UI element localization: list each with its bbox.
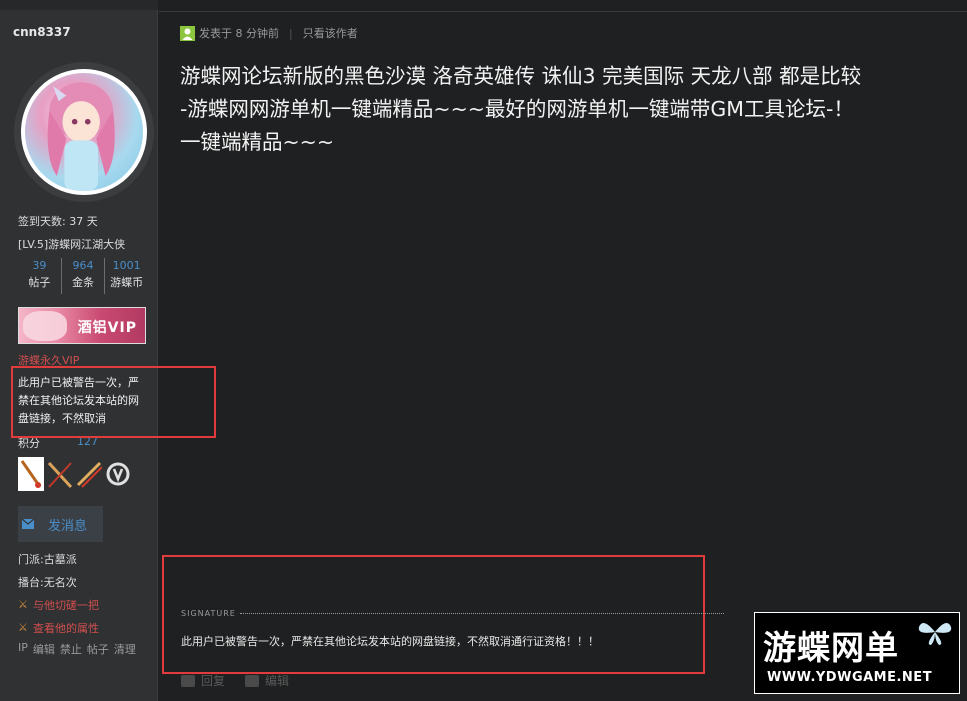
double-sword-medal-icon[interactable] [47, 457, 73, 491]
stat-gold-value[interactable]: 964 [62, 258, 105, 274]
author-profile-panel: cnn8337 签到天数: 37 天 [LV.5]游蝶网江湖大侠 39 帖子 9… [0, 0, 158, 701]
only-author-link[interactable]: 只看该作者 [303, 25, 358, 41]
overwatch-medal-icon[interactable] [105, 457, 131, 491]
watermark-cn: 游蝶网单 [763, 628, 899, 667]
stat-posts-label: 帖子 [28, 276, 51, 289]
stat-posts[interactable]: 39 帖子 [18, 258, 61, 294]
post-time: 发表于 8 分钟前 [199, 27, 279, 40]
signature-header: SIGNATURE [181, 609, 724, 618]
avatar-illustration [47, 82, 115, 191]
send-message-label: 发消息 [48, 518, 88, 534]
send-message-button[interactable]: 发消息 [18, 506, 103, 542]
view-attributes-link[interactable]: ⚔ 查看他的属性 [18, 620, 99, 636]
mail-icon [22, 519, 34, 529]
admin-link-posts[interactable]: 帖子 [87, 641, 109, 657]
stat-coins-value[interactable]: 1001 [105, 258, 148, 274]
meta-separator: | [289, 26, 293, 40]
checkin-days: 签到天数: 37 天 [18, 215, 98, 228]
edit-label: 编辑 [265, 674, 290, 688]
vip-badge-portrait [23, 311, 67, 341]
reply-button[interactable]: 回复 [181, 672, 225, 689]
post-top-divider [159, 11, 967, 12]
admin-link-ban[interactable]: 禁止 [60, 641, 82, 657]
medal-list [18, 457, 131, 491]
stat-gold[interactable]: 964 金条 [60, 258, 105, 294]
user-online-icon [180, 25, 195, 41]
stat-coins-label: 游蝶币 [110, 276, 144, 289]
challenge-link-label: 与他切磋一把 [33, 599, 99, 612]
reply-label: 回复 [201, 674, 226, 688]
post-actions: 回复 编辑 [181, 672, 289, 689]
admin-link-clean[interactable]: 清理 [114, 641, 136, 657]
signature-divider [239, 613, 724, 614]
challenge-link[interactable]: ⚔ 与他切磋一把 [18, 597, 99, 613]
crossed-swords-icon: ⚔ [18, 621, 28, 634]
signature-text: 此用户已被警告一次，严禁在其他论坛发本站的网盘链接，不然取消通行证资格！！！ [181, 635, 599, 648]
vip-badge: 酒铝VIP [18, 307, 146, 344]
post-title: 游蝶网论坛新版的黑色沙漠 洛奇英雄传 诛仙3 完美国际 天龙八部 都是比较 -游… [180, 64, 862, 154]
site-watermark: 游蝶网单 WWW.YDWGAME.NET [754, 612, 960, 694]
edit-icon [245, 674, 260, 687]
reply-icon [181, 674, 195, 687]
stat-posts-value[interactable]: 39 [18, 258, 61, 274]
admin-link-ip[interactable]: IP [18, 641, 28, 657]
crossed-swords-icon: ⚔ [18, 598, 28, 611]
author-username[interactable]: cnn8337 [13, 25, 71, 39]
stat-coins[interactable]: 1001 游蝶币 [104, 258, 148, 294]
stat-gold-label: 金条 [72, 276, 94, 289]
user-sect: 门派:古墓派 [18, 553, 77, 566]
post-meta: 发表于 8 分钟前 | 只看该作者 [180, 25, 358, 41]
vip-badge-text: 酒铝VIP [77, 320, 137, 336]
edit-button[interactable]: 编辑 [245, 672, 289, 689]
profile-topbar [0, 0, 158, 10]
butterfly-icon [918, 623, 952, 645]
user-level: [LV.5]游蝶网江湖大侠 [18, 238, 126, 251]
admin-link-edit[interactable]: 编辑 [33, 641, 55, 657]
avatar[interactable] [21, 69, 147, 195]
view-attributes-label: 查看他的属性 [33, 622, 99, 635]
user-stats: 39 帖子 964 金条 1001 游蝶币 [18, 258, 148, 294]
admin-links: IP 编辑 禁止 帖子 清理 [18, 641, 136, 657]
user-arena: 播台:无名次 [18, 576, 77, 589]
watermark-url: WWW.YDWGAME.NET [767, 670, 933, 685]
sword-medal-icon[interactable] [18, 457, 44, 491]
crossed-swords-medal-icon[interactable] [76, 457, 102, 491]
signature-label: SIGNATURE [181, 609, 236, 618]
